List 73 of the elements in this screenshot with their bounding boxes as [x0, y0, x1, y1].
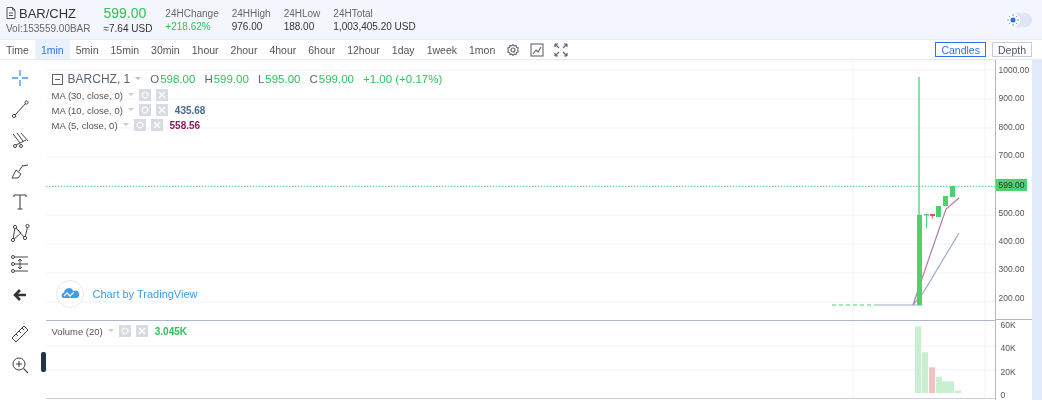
- ohlc-value: L595.00: [257, 73, 301, 85]
- axis-label: 900.00: [997, 92, 1026, 106]
- caret-icon[interactable]: [135, 77, 142, 81]
- caret-icon[interactable]: [122, 123, 129, 127]
- symbol-title: BARCHZ, 1: [67, 72, 131, 86]
- price-usd: ≈7.64 USD: [103, 23, 153, 34]
- crosshair-icon[interactable]: [9, 68, 30, 88]
- interval-tab[interactable]: Time: [0, 40, 35, 59]
- indicator-label: MA (10, close, 0): [51, 104, 123, 116]
- document-icon: [6, 7, 16, 19]
- indicator-value: 558.56: [169, 119, 201, 131]
- interval-tab[interactable]: 1min: [34, 40, 70, 59]
- interval-tab[interactable]: 4hour: [263, 40, 303, 59]
- indicator-label: Volume (20): [51, 325, 103, 337]
- interval-tab[interactable]: 15min: [104, 40, 146, 59]
- stat-value: 188.00: [283, 20, 316, 32]
- stat-label: 24HTotal: [333, 7, 374, 19]
- interval-tab[interactable]: 5min: [69, 40, 105, 59]
- axis-label: 800.00: [997, 120, 1026, 134]
- ohlc-value: O598.00: [150, 73, 196, 85]
- indicator-label: MA (5, close, 0): [51, 119, 118, 131]
- trend-line-icon[interactable]: [9, 99, 30, 119]
- stat-value: 1,003,405.20 USD: [333, 20, 416, 32]
- last-price: 599.00: [103, 5, 148, 21]
- change-value: +1.00 (+0.17%): [362, 73, 443, 85]
- axis-label: 400.00: [997, 234, 1026, 248]
- indicator-value: 3.045K: [154, 325, 188, 337]
- sun-icon: [1006, 12, 1020, 27]
- pair-symbol: BAR/CHZ: [19, 5, 77, 21]
- fullscreen-icon[interactable]: [554, 42, 569, 57]
- chart-icon[interactable]: [530, 42, 545, 57]
- zoom-in-icon[interactable]: [9, 355, 30, 375]
- ruler-icon[interactable]: [9, 324, 30, 344]
- stat-value: +218.62%: [165, 20, 212, 32]
- theme-toggle[interactable]: [1006, 12, 1032, 27]
- axis-label: 700.00: [997, 149, 1026, 163]
- last-price-tag: 599.00: [995, 179, 1027, 191]
- indicator-label: MA (30, close, 0): [51, 89, 123, 101]
- interval-tab[interactable]: 2hour: [224, 40, 264, 59]
- stat-label: 24HHigh: [231, 7, 271, 19]
- view-button[interactable]: Depth: [991, 42, 1032, 57]
- interval-tab[interactable]: 30min: [145, 40, 186, 59]
- caret-icon[interactable]: [107, 329, 114, 333]
- interval-tab[interactable]: 1day: [385, 40, 421, 59]
- axis-label: 300.00: [997, 263, 1026, 277]
- caret-icon[interactable]: [127, 93, 134, 97]
- axis-label: 20K: [999, 366, 1017, 379]
- stat-label: 24HLow: [283, 7, 321, 19]
- collapse-icon[interactable]: [51, 73, 63, 85]
- collapse-handle[interactable]: [41, 352, 46, 372]
- interval-tab[interactable]: 1hour: [185, 40, 225, 59]
- pattern-icon[interactable]: [9, 223, 30, 243]
- axis-label: 1000.00: [997, 64, 1031, 77]
- ohlc-value: H599.00: [204, 73, 249, 85]
- axis-label: 60K: [999, 320, 1017, 332]
- stat-label: 24HChange: [165, 7, 219, 19]
- caret-icon[interactable]: [127, 108, 134, 112]
- axis-label: 500.00: [997, 206, 1026, 220]
- settings-icon[interactable]: [506, 42, 521, 57]
- volume-text: Vol:153559.00BAR: [6, 22, 91, 34]
- brush-icon[interactable]: [9, 161, 30, 181]
- axis-label: 200.00: [997, 291, 1026, 305]
- interval-tab[interactable]: 12hour: [341, 40, 386, 59]
- ohlc-value: C599.00: [309, 73, 354, 85]
- interval-tab[interactable]: 1week: [420, 40, 463, 59]
- interval-tab[interactable]: 6hour: [302, 40, 342, 59]
- stat-value: 976.00: [231, 20, 264, 32]
- axis-label: 40K: [999, 343, 1017, 356]
- axis-label: 0: [999, 389, 1007, 400]
- indicator-value: 435.68: [174, 104, 206, 116]
- interval-tab[interactable]: 1mon: [463, 40, 502, 59]
- view-button[interactable]: Candles: [935, 42, 986, 57]
- measure-icon[interactable]: [9, 254, 30, 274]
